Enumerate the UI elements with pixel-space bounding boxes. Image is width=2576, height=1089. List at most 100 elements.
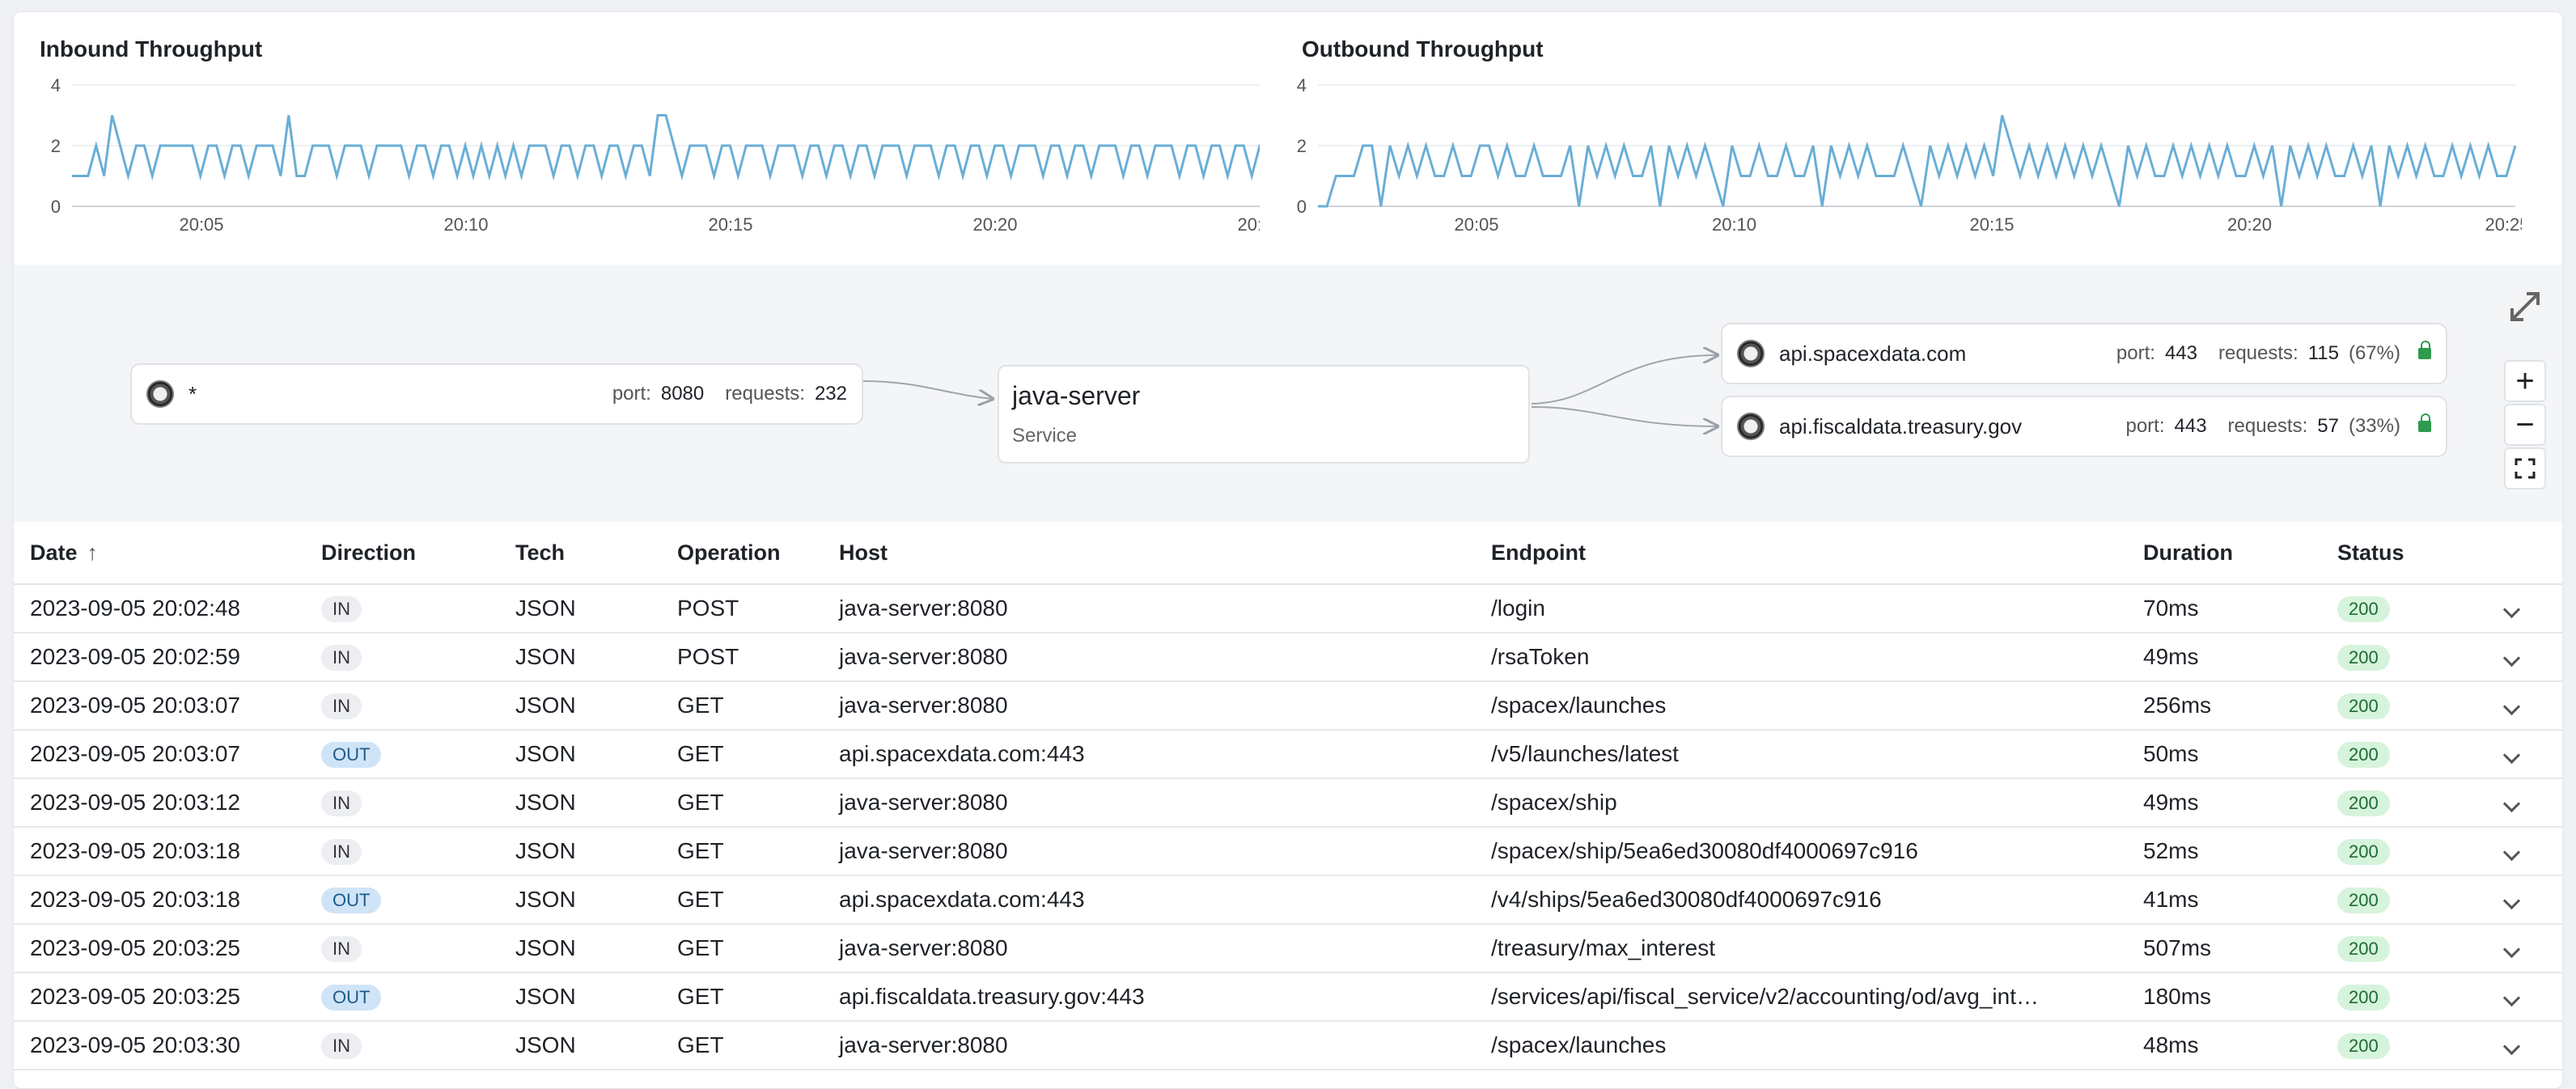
table-row[interactable]: 2023-09-05 20:02:48 IN JSON POST java-server…	[14, 585, 2562, 633]
status-badge: 200	[2337, 888, 2390, 913]
cell-tech: JSON	[515, 741, 576, 766]
x-tick-label: 20:10	[443, 214, 488, 235]
table-row[interactable]: 2023-09-05 20:03:30 IN JSON GET java-server:…	[14, 1022, 2562, 1070]
sort-ascending-icon[interactable]: ↑	[87, 540, 99, 565]
cell-host: java-server:8080	[839, 1032, 1008, 1057]
status-badge: 200	[2337, 742, 2390, 768]
cell-operation: GET	[677, 790, 724, 815]
target-node-fiscaldata[interactable]: api.fiscaldata.treasury.gov port: 443 re…	[1721, 396, 2447, 457]
zoom-in-button[interactable]: +	[2504, 360, 2546, 402]
cell-operation: GET	[677, 1032, 724, 1057]
outbound-chart: Outbound Throughput 0 2 4 20:05 20:10 20:15 20…	[1276, 12, 2522, 265]
y-tick-label: 4	[1297, 75, 1307, 95]
header-direction[interactable]: Direction	[305, 540, 499, 566]
table-row[interactable]: 2023-09-05 20:03:18 IN JSON GET java-server:…	[14, 828, 2562, 876]
direction-badge: IN	[321, 645, 362, 671]
cell-date: 2023-09-05 20:02:48	[30, 595, 240, 621]
cell-duration: 256ms	[2143, 693, 2212, 718]
expand-row-button[interactable]	[2499, 644, 2548, 670]
header-status[interactable]: Status	[2321, 540, 2499, 566]
cell-tech: JSON	[515, 595, 576, 621]
requests-label: requests:	[2227, 415, 2308, 437]
direction-badge: OUT	[321, 985, 382, 1011]
header-duration[interactable]: Duration	[2127, 540, 2321, 566]
service-node-java-server[interactable]: java-server Service	[998, 365, 1530, 464]
expand-icon[interactable]	[2506, 287, 2544, 326]
expand-row-button[interactable]	[2499, 790, 2548, 816]
fit-view-icon	[2515, 458, 2536, 479]
source-node[interactable]: * port: 8080 requests: 232	[130, 363, 863, 425]
service-graph[interactable]: * port: 8080 requests: 232 java-server S…	[14, 265, 2562, 523]
header-host[interactable]: Host	[823, 540, 1475, 566]
y-tick-label: 2	[1297, 136, 1307, 156]
header-tech[interactable]: Tech	[499, 540, 661, 566]
fit-view-button[interactable]	[2504, 447, 2546, 489]
cell-direction: IN	[305, 1032, 499, 1059]
direction-badge: IN	[321, 790, 362, 816]
table-row[interactable]: 2023-09-05 20:03:18 OUT JSON GET api.spacexd…	[14, 876, 2562, 925]
header-endpoint[interactable]: Endpoint	[1475, 540, 2127, 566]
cell-host: java-server:8080	[839, 790, 1008, 815]
cell-direction: IN	[305, 595, 499, 622]
cell-tech: JSON	[515, 790, 576, 815]
cell-duration: 50ms	[2143, 741, 2199, 766]
expand-row-button[interactable]	[2499, 935, 2548, 961]
expand-row-button[interactable]	[2499, 887, 2548, 913]
cell-date: 2023-09-05 20:03:25	[30, 984, 240, 1009]
lock-icon	[2418, 341, 2431, 359]
chevron-down-icon	[2502, 649, 2521, 667]
expand-row-button[interactable]	[2499, 741, 2548, 767]
expand-row-button[interactable]	[2499, 595, 2548, 621]
target-node-name: api.spacexdata.com	[1779, 341, 1967, 366]
x-tick-label: 20:25	[1237, 214, 1260, 235]
cell-host: java-server:8080	[839, 935, 1008, 960]
cell-endpoint: /spacex/launches	[1491, 693, 1667, 718]
direction-badge: OUT	[321, 888, 382, 913]
cell-date: 2023-09-05 20:02:59	[30, 644, 240, 669]
cell-operation: GET	[677, 693, 724, 718]
cell-status: 200	[2321, 1032, 2499, 1059]
cell-status: 200	[2321, 643, 2499, 671]
service-node-kind: Service	[1012, 425, 1078, 447]
requests-value: 232	[814, 383, 847, 405]
cell-host: java-server:8080	[839, 644, 1008, 669]
direction-badge: IN	[321, 693, 362, 719]
expand-row-button[interactable]	[2499, 838, 2548, 864]
target-node-spacex[interactable]: api.spacexdata.com port: 443 requests: 1…	[1721, 323, 2447, 384]
cell-date: 2023-09-05 20:03:18	[30, 838, 240, 863]
chevron-down-icon	[2502, 989, 2521, 1007]
service-logo-icon	[146, 380, 174, 408]
chevron-down-icon	[2502, 843, 2521, 862]
header-date[interactable]: Date ↑	[14, 540, 305, 566]
cell-endpoint: /v5/launches/latest	[1491, 741, 1679, 766]
cell-endpoint: /rsaToken	[1491, 644, 1590, 669]
table-row[interactable]: 2023-09-05 20:03:25 OUT JSON GET api.fiscald…	[14, 973, 2562, 1022]
expand-row-button[interactable]	[2499, 1032, 2548, 1058]
expand-row-button[interactable]	[2499, 693, 2548, 718]
table-row[interactable]: 2023-09-05 20:03:07 OUT JSON GET api.spacexd…	[14, 731, 2562, 779]
table-row[interactable]: 2023-09-05 20:03:07 IN JSON GET java-server:…	[14, 682, 2562, 731]
expand-row-button[interactable]	[2499, 984, 2548, 1010]
chevron-down-icon	[2502, 795, 2521, 813]
table-row[interactable]: 2023-09-05 20:03:12 IN JSON GET java-server:…	[14, 779, 2562, 828]
zoom-out-button[interactable]: −	[2504, 404, 2546, 446]
edge-service-to-fiscal	[1531, 406, 1718, 426]
chevron-down-icon	[2502, 600, 2521, 619]
cell-duration: 70ms	[2143, 595, 2199, 621]
service-node-name: java-server	[1012, 381, 1141, 410]
cell-direction: IN	[305, 789, 499, 816]
header-operation[interactable]: Operation	[661, 540, 823, 566]
cell-date: 2023-09-05 20:03:07	[30, 741, 240, 766]
y-tick-label: 2	[51, 136, 61, 156]
status-badge: 200	[2337, 936, 2390, 962]
service-logo-icon	[1737, 413, 1765, 440]
table-row[interactable]: 2023-09-05 20:03:25 IN JSON GET java-server:…	[14, 925, 2562, 973]
target-node-meta: port: 443 requests: 57 (33%)	[2125, 413, 2446, 438]
port-label: port:	[2125, 415, 2165, 437]
cell-operation: POST	[677, 644, 739, 669]
status-badge: 200	[2337, 693, 2390, 719]
lock-icon	[2418, 413, 2431, 432]
table-row[interactable]: 2023-09-05 20:02:59 IN JSON POST java-server…	[14, 633, 2562, 682]
chevron-down-icon	[2502, 746, 2521, 765]
cell-host: java-server:8080	[839, 595, 1008, 621]
